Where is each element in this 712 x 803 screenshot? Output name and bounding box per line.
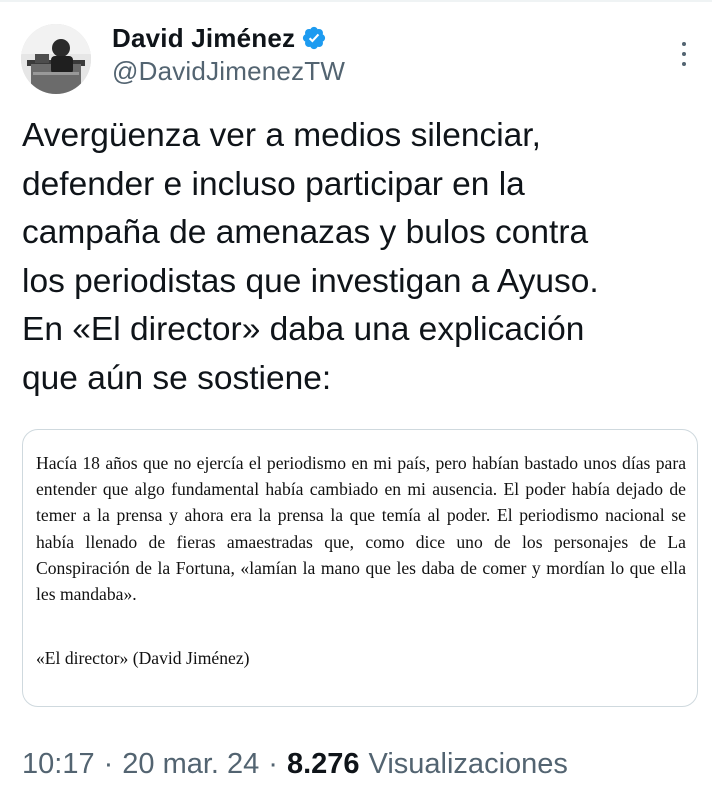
meta-separator: · bbox=[268, 748, 278, 780]
meta-separator: · bbox=[103, 748, 114, 780]
tweet-text-line: campaña de amenazas y bulos contra bbox=[22, 214, 589, 251]
avatar[interactable] bbox=[21, 24, 91, 94]
author-handle[interactable]: @DavidJimenezTW bbox=[112, 56, 345, 87]
views-label: Visualizaciones bbox=[368, 748, 568, 780]
name-row: David Jiménez bbox=[112, 22, 345, 54]
author-display-name[interactable]: David Jiménez bbox=[112, 23, 295, 54]
quote-source: «El director» (David Jiménez) bbox=[36, 648, 250, 668]
tweet-text-line: Avergüenza ver a medios silenciar, bbox=[22, 117, 541, 154]
tweet-meta: 10:17 · 20 mar. 24 · 8.276 Visualizacion… bbox=[22, 748, 568, 781]
attached-image[interactable]: Hacía 18 años que no ejercía el periodis… bbox=[22, 429, 698, 707]
verified-badge-icon[interactable] bbox=[301, 25, 327, 51]
avatar-photo bbox=[21, 24, 91, 94]
views-count: 8.276 bbox=[286, 748, 360, 780]
top-divider bbox=[0, 0, 712, 2]
tweet-text-line: defender e incluso participar en la bbox=[22, 165, 525, 203]
author-block: David Jiménez @DavidJimenezTW bbox=[112, 22, 345, 87]
tweet-date[interactable]: 20 mar. 24 bbox=[122, 748, 259, 781]
more-dot bbox=[682, 52, 686, 56]
tweet-text-line: los periodistas que investigan a Ayuso. bbox=[22, 262, 599, 300]
more-dot bbox=[682, 42, 686, 46]
more-dot bbox=[682, 62, 686, 66]
more-options-icon[interactable] bbox=[676, 40, 692, 68]
tweet-time[interactable]: 10:17 bbox=[22, 748, 95, 781]
tweet-text-line: En «El director» daba una explicación bbox=[22, 311, 585, 348]
tweet-text: Avergüenza ver a medios silenciar, defen… bbox=[22, 112, 692, 403]
quote-text: Hacía 18 años que no ejercía el periodis… bbox=[36, 453, 686, 605]
tweet-text-line: que aún se sostiene: bbox=[22, 359, 332, 397]
